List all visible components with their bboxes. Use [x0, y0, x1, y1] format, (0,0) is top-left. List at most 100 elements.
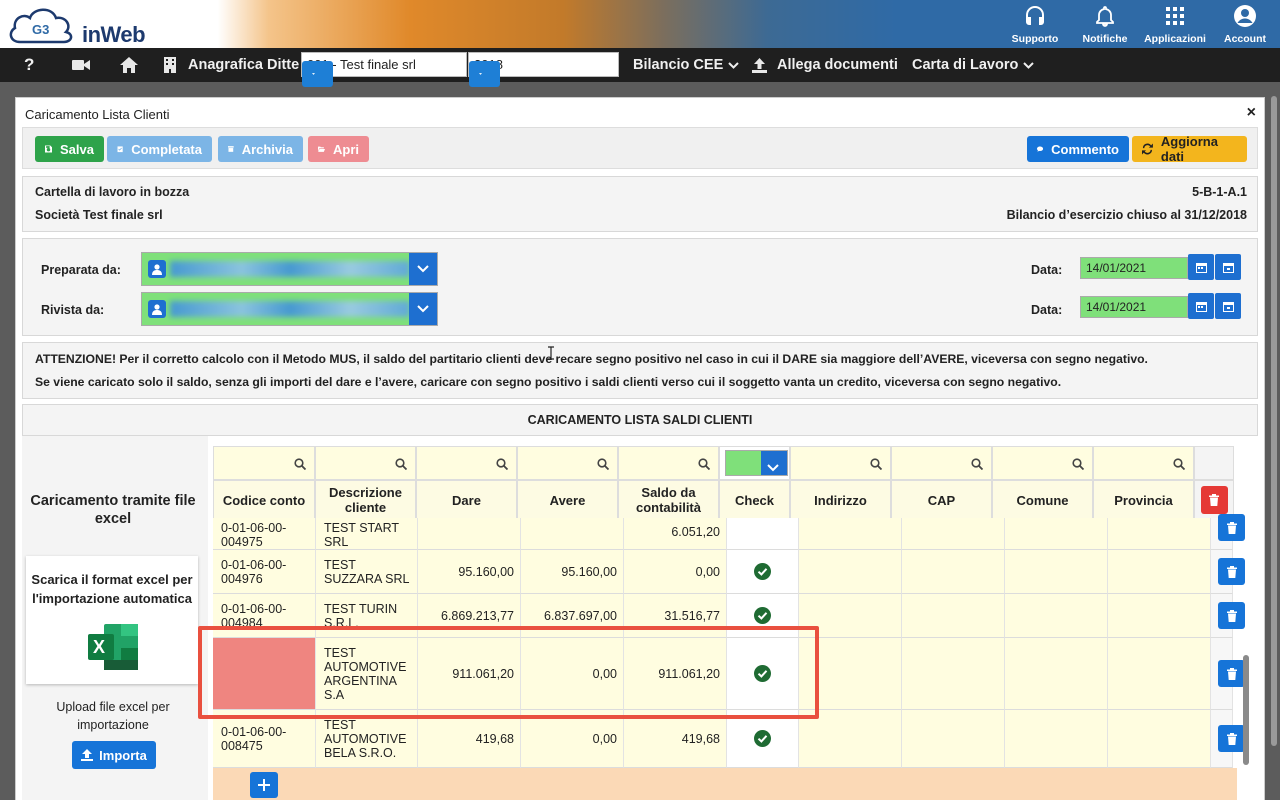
check-filter-select[interactable]	[725, 450, 788, 476]
filter-dare[interactable]	[416, 446, 517, 480]
col-check[interactable]: Check	[719, 480, 790, 520]
open-label: Apri	[333, 141, 359, 157]
reviewed-by-dropdown[interactable]	[409, 293, 437, 325]
archive-button[interactable]: Archivia	[218, 136, 303, 162]
delete-row-button[interactable]	[1218, 725, 1245, 752]
prepared-today-button[interactable]	[1215, 254, 1241, 280]
caret-down-icon	[312, 73, 315, 75]
company-registry-link[interactable]: Anagrafica Ditte	[164, 48, 299, 82]
filter-saldo[interactable]	[618, 446, 719, 480]
row-cap[interactable]	[902, 518, 1005, 550]
row-city[interactable]	[1005, 594, 1108, 638]
col-saldo[interactable]: Saldo da contabilità	[618, 480, 719, 520]
table-row[interactable]: 0-01-06-00-004976 TEST SUZZARA SRL 95.16…	[213, 550, 1233, 594]
col-dare[interactable]: Dare	[416, 480, 517, 520]
open-button[interactable]: Apri	[308, 136, 369, 162]
refresh-data-button[interactable]: Aggiorna dati	[1132, 134, 1247, 164]
filter-code[interactable]	[213, 446, 315, 480]
work-card-menu[interactable]: Carta di Lavoro	[912, 48, 1035, 82]
filter-check[interactable]	[719, 446, 790, 480]
section-title: CARICAMENTO LISTA SALDI CLIENTI	[22, 404, 1258, 436]
company-select[interactable]: 001 - Test finale srl	[301, 52, 467, 87]
prepared-by-label: Preparata da:	[41, 263, 121, 277]
row-address[interactable]	[799, 550, 902, 594]
row-province[interactable]	[1108, 518, 1211, 550]
year-select-dropdown[interactable]	[469, 61, 500, 87]
row-cap[interactable]	[902, 594, 1005, 638]
col-code[interactable]: Codice conto	[213, 480, 315, 520]
chevron-down-icon	[728, 61, 739, 69]
notifications-button[interactable]: Notifiche	[1070, 0, 1140, 48]
import-button[interactable]: Importa	[72, 741, 156, 769]
account-button[interactable]: Account	[1210, 0, 1280, 48]
support-button[interactable]: Supporto	[1000, 0, 1070, 48]
add-row-button[interactable]	[250, 772, 278, 798]
close-button[interactable]: ×	[1247, 104, 1256, 122]
completed-button[interactable]: Completata	[107, 136, 212, 162]
reviewed-calendar-button[interactable]	[1188, 293, 1214, 319]
row-cap[interactable]	[902, 638, 1005, 710]
row-city[interactable]	[1005, 518, 1108, 550]
grid-scrollbar[interactable]	[1243, 655, 1249, 765]
delete-all-button[interactable]	[1200, 486, 1228, 514]
prepared-by-dropdown[interactable]	[409, 253, 437, 285]
calendar-check-icon	[1222, 262, 1234, 273]
filter-avere[interactable]	[517, 446, 618, 480]
archive-label: Archivia	[241, 141, 293, 157]
row-code: 0-01-06-00-004976	[213, 550, 316, 594]
attach-documents-link[interactable]: Allega documenti	[752, 48, 898, 82]
help-button[interactable]: ?	[24, 48, 34, 82]
bilancio-cee-menu[interactable]: Bilancio CEE	[633, 48, 739, 82]
save-icon	[45, 145, 53, 153]
row-city[interactable]	[1005, 638, 1108, 710]
company-select-dropdown[interactable]	[302, 61, 333, 87]
download-template-label: Scarica il format excel per l'importazio…	[31, 572, 193, 606]
reviewed-by-select[interactable]	[141, 292, 438, 326]
row-cap[interactable]	[902, 550, 1005, 594]
col-cap[interactable]: CAP	[891, 480, 992, 520]
filter-cap[interactable]	[891, 446, 992, 480]
filter-address[interactable]	[790, 446, 891, 480]
delete-row-button[interactable]	[1218, 558, 1245, 585]
prepared-calendar-button[interactable]	[1188, 254, 1214, 280]
reviewed-date-input[interactable]: 14/01/2021	[1080, 296, 1188, 318]
filter-province[interactable]	[1093, 446, 1194, 480]
refresh-icon	[1142, 143, 1153, 155]
table-row[interactable]: 0-01-06-00-004975 TEST START SRL 6.051,2…	[213, 518, 1233, 550]
row-province[interactable]	[1108, 710, 1211, 768]
app-logo[interactable]: G3 inWeb	[6, 4, 146, 47]
page-scrollbar[interactable]	[1271, 96, 1277, 746]
home-button[interactable]	[120, 48, 138, 82]
row-province[interactable]	[1108, 638, 1211, 710]
delete-row-button[interactable]	[1218, 514, 1245, 541]
delete-row-button[interactable]	[1218, 660, 1245, 687]
row-cap[interactable]	[902, 710, 1005, 768]
row-saldo: 6.051,20	[624, 518, 727, 550]
col-avere[interactable]: Avere	[517, 480, 618, 520]
row-city[interactable]	[1005, 710, 1108, 768]
reviewed-today-button[interactable]	[1215, 293, 1241, 319]
attach-documents-label: Allega documenti	[777, 57, 898, 73]
col-address[interactable]: Indirizzo	[790, 480, 891, 520]
work-card-label: Carta di Lavoro	[912, 57, 1019, 73]
col-city[interactable]: Comune	[992, 480, 1093, 520]
prepared-by-select[interactable]	[141, 252, 438, 286]
filter-city[interactable]	[992, 446, 1093, 480]
video-button[interactable]	[72, 48, 90, 82]
check-circle-icon	[754, 607, 771, 624]
save-button[interactable]: Salva	[35, 136, 104, 162]
row-city[interactable]	[1005, 550, 1108, 594]
download-template-card[interactable]: Scarica il format excel per l'importazio…	[26, 556, 198, 684]
col-province[interactable]: Provincia	[1093, 480, 1194, 520]
prepared-date-input[interactable]: 14/01/2021	[1080, 257, 1188, 279]
year-select[interactable]: 2018	[468, 52, 619, 87]
applications-button[interactable]: Applicazioni	[1140, 0, 1210, 48]
delete-row-button[interactable]	[1218, 602, 1245, 629]
comment-button[interactable]: Commento	[1027, 136, 1129, 162]
row-check	[727, 518, 799, 550]
row-province[interactable]	[1108, 594, 1211, 638]
col-description[interactable]: Descrizione cliente	[315, 480, 416, 520]
row-province[interactable]	[1108, 550, 1211, 594]
row-address[interactable]	[799, 518, 902, 550]
filter-description[interactable]	[315, 446, 416, 480]
